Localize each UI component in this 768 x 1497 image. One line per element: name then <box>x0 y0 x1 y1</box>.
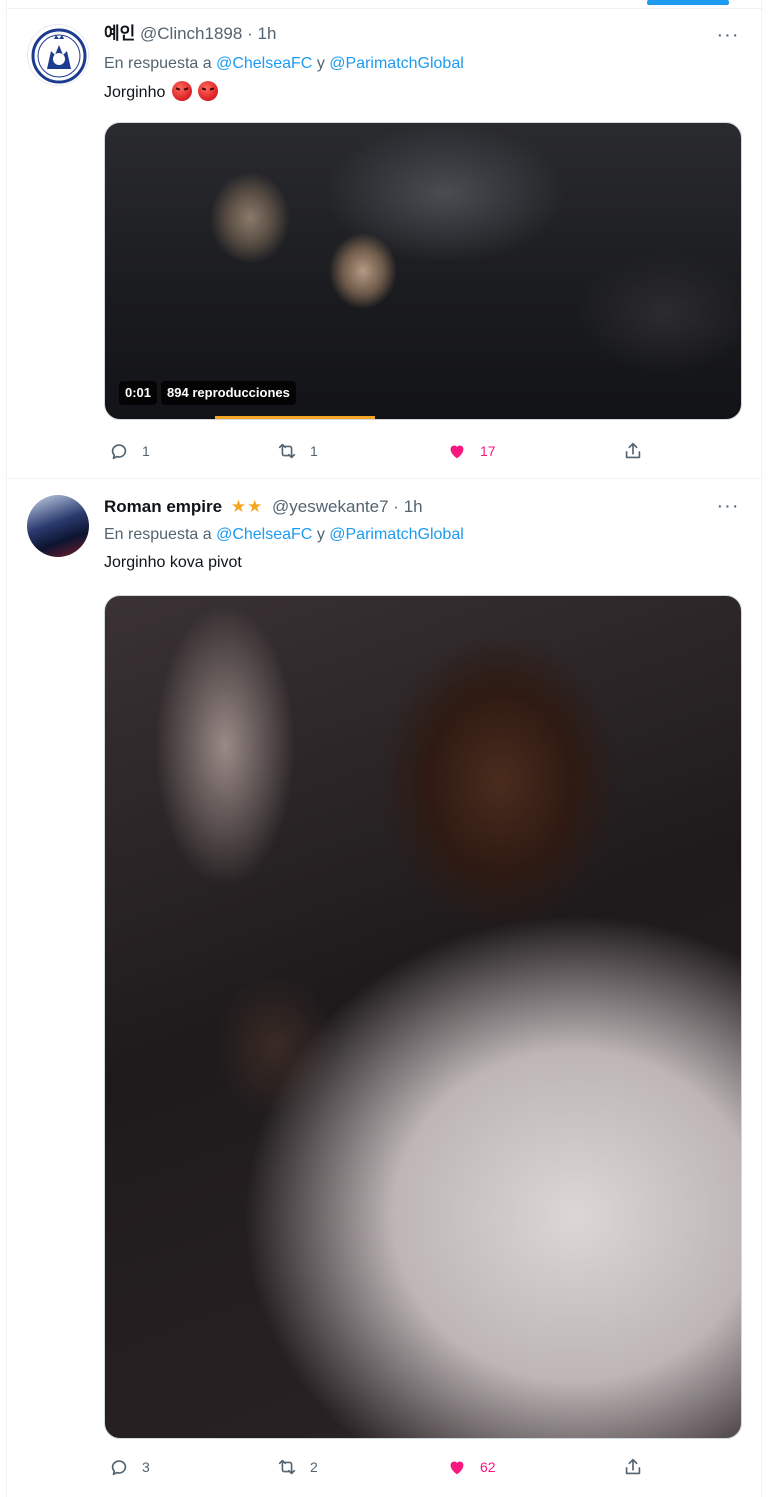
mention-link[interactable]: @ParimatchGlobal <box>329 526 464 543</box>
retweet-count: 2 <box>310 1459 318 1475</box>
more-options-button[interactable]: ··· <box>715 496 741 520</box>
tweet-text: Jorginho <box>104 81 219 104</box>
tweet[interactable]: Roman empire ★★ @yeswekante7 · 1h ··· En… <box>7 479 763 1497</box>
reply-count: 3 <box>142 1459 150 1475</box>
reply-prefix: En respuesta a <box>104 55 212 72</box>
tweet[interactable]: 예인 @Clinch1898 · 1h ··· En respuesta a @… <box>7 9 763 479</box>
like-count: 62 <box>480 1459 496 1475</box>
tweet-header: 예인 @Clinch1898 · 1h <box>104 23 276 45</box>
retweet-button[interactable]: 1 <box>276 436 318 466</box>
retweet-button[interactable]: 2 <box>276 1452 318 1482</box>
like-count: 17 <box>480 443 496 459</box>
timeline: 예인 @Clinch1898 · 1h ··· En respuesta a @… <box>6 0 763 1497</box>
timestamp[interactable]: 1h <box>404 497 423 516</box>
video-time: 0:01 <box>119 381 158 405</box>
chelsea-lion-crest-icon <box>31 28 87 84</box>
video-player[interactable]: 0:01 894 reproducciones <box>104 122 742 420</box>
angry-face-icon <box>171 81 192 101</box>
mention-link[interactable]: @ParimatchGlobal <box>329 55 464 72</box>
tweet-text: Jorginho kova pivot <box>104 552 242 574</box>
tweet-actions: 1 1 17 <box>104 436 664 466</box>
share-button[interactable] <box>622 1452 644 1482</box>
like-button[interactable]: 17 <box>446 436 496 466</box>
mention-joiner: y <box>316 55 325 72</box>
avatar[interactable] <box>27 24 89 86</box>
retweet-count: 1 <box>310 443 318 459</box>
share-button[interactable] <box>622 436 644 466</box>
separator: · <box>247 24 253 43</box>
reply-prefix: En respuesta a <box>104 526 212 543</box>
more-options-button[interactable]: ··· <box>715 25 741 49</box>
tweet-image[interactable] <box>104 595 742 1439</box>
tweet-text-content: Jorginho <box>104 84 166 101</box>
share-icon <box>625 1458 641 1475</box>
handle[interactable]: @yeswekante7 <box>272 497 389 516</box>
heart-icon <box>450 445 464 459</box>
video-views: 894 reproducciones <box>161 381 296 405</box>
swearing-face-icon <box>198 81 219 101</box>
share-icon <box>625 442 641 459</box>
display-name[interactable]: Roman empire <box>104 497 222 516</box>
reply-icon <box>111 444 127 460</box>
reply-context: En respuesta a @ChelseaFC y @ParimatchGl… <box>104 524 464 546</box>
tweet-header: Roman empire ★★ @yeswekante7 · 1h <box>104 496 423 518</box>
mention-joiner: y <box>316 526 325 543</box>
reply-count: 1 <box>142 443 150 459</box>
reply-icon <box>111 1460 127 1476</box>
avatar[interactable] <box>27 495 89 557</box>
display-name[interactable]: 예인 <box>104 24 135 43</box>
active-tab-indicator <box>647 0 729 5</box>
reply-button[interactable]: 3 <box>108 1452 150 1482</box>
video-info: 0:01 894 reproducciones <box>119 381 296 405</box>
reply-button[interactable]: 1 <box>108 436 150 466</box>
timestamp[interactable]: 1h <box>257 24 276 43</box>
mention-link[interactable]: @ChelseaFC <box>216 55 312 72</box>
more-icon: ··· <box>716 495 740 517</box>
like-button[interactable]: 62 <box>446 1452 496 1482</box>
heart-icon <box>450 1461 464 1475</box>
video-progress-bar <box>215 416 375 419</box>
mention-link[interactable]: @ChelseaFC <box>216 526 312 543</box>
tweet-actions: 3 2 62 <box>104 1452 664 1482</box>
more-icon: ··· <box>716 24 740 46</box>
retweet-icon <box>278 1459 296 1475</box>
separator: · <box>393 497 399 516</box>
handle[interactable]: @Clinch1898 <box>140 24 242 43</box>
reply-context: En respuesta a @ChelseaFC y @ParimatchGl… <box>104 53 464 75</box>
tweet-text-content: Jorginho kova pivot <box>104 554 242 571</box>
retweet-icon <box>278 443 296 459</box>
star-badge-icon: ★★ <box>230 497 264 516</box>
